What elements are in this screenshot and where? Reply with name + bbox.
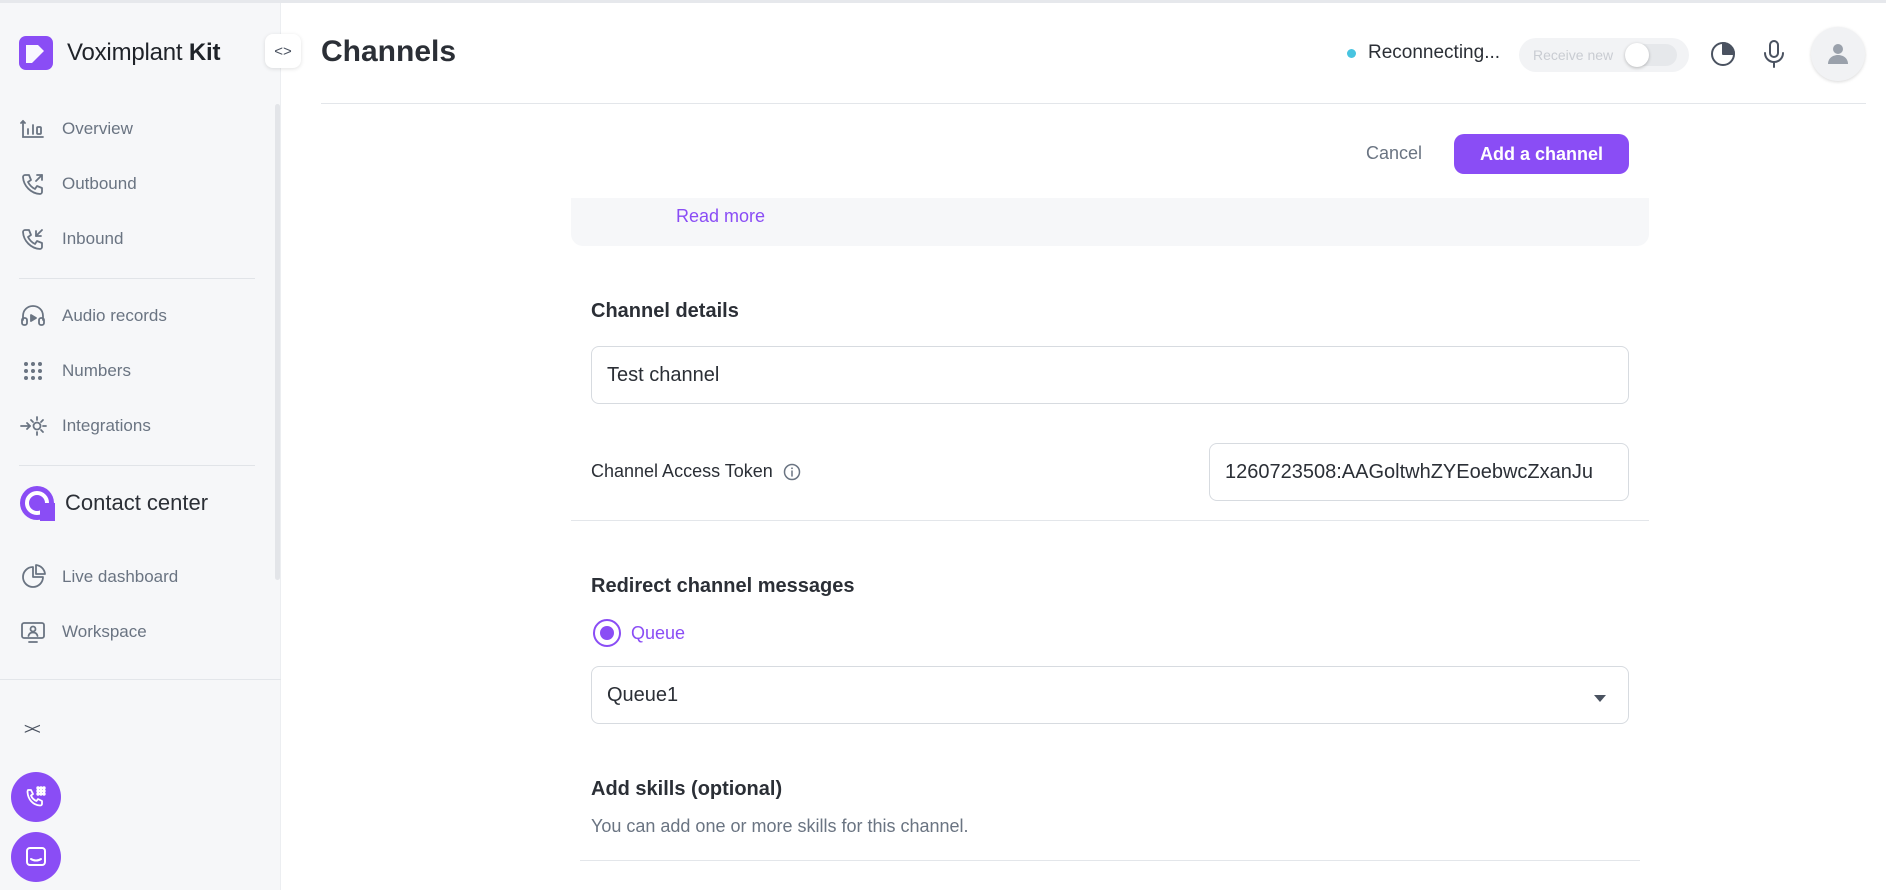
channel-name-input[interactable]: Test channel (591, 346, 1629, 404)
pie-chart-icon (22, 564, 46, 588)
sidebar-item-label: Audio records (62, 306, 167, 325)
sidebar-item-inbound[interactable]: Inbound (19, 224, 123, 254)
radio-label: Queue (631, 622, 686, 643)
receive-new-toggle[interactable] (1625, 43, 1677, 67)
brand[interactable]: Voximplant Kit (19, 36, 220, 70)
connection-status: Reconnecting... (1347, 42, 1500, 64)
toggle-knob (1625, 43, 1649, 67)
sidebar-item-label: Outbound (62, 174, 137, 193)
headphones-play-icon (21, 305, 45, 326)
sidebar-item-overview[interactable]: Overview (19, 114, 133, 144)
chevron-down-icon (1594, 695, 1606, 702)
access-token-input[interactable]: 1260723508:AAGoltwhZYEoebwcZxanJu (1209, 443, 1629, 501)
stats-button[interactable] (1708, 37, 1738, 71)
channel-name-value: Test channel (607, 363, 720, 386)
sidebar-item-label: Integrations (62, 416, 151, 435)
status-text: Reconnecting... (1368, 42, 1501, 63)
code-arrows-icon: <> (274, 42, 292, 60)
token-label-text: Channel Access Token (591, 461, 773, 481)
collapse-sidebar-button[interactable]: <> (265, 34, 301, 68)
gear-arrow-icon (20, 416, 47, 436)
pie-chart-icon (1711, 42, 1735, 66)
info-icon[interactable] (783, 463, 801, 481)
sidebar-item-label: Live dashboard (62, 567, 179, 586)
chat-support-button[interactable] (11, 832, 61, 882)
sidebar-item-workspace[interactable]: Workspace (19, 617, 147, 647)
phone-keypad-icon (26, 786, 46, 807)
cancel-button[interactable]: Cancel (1366, 143, 1422, 164)
skills-title: Add skills (optional) (591, 778, 783, 800)
radio-selected-dot (600, 626, 614, 640)
sidebar-item-label: Workspace (62, 622, 147, 641)
chart-bars-icon (20, 119, 44, 138)
user-icon (1828, 44, 1848, 64)
sidebar-item-audio-records[interactable]: Audio records (19, 301, 167, 331)
contact-center-section[interactable]: Contact center (19, 485, 208, 521)
skills-subtitle: You can add one or more skills for this … (591, 816, 969, 836)
workspace-icon (21, 622, 45, 643)
sidebar: Voximplant Kit Overview Outbound Inbound (0, 3, 281, 890)
keypad-icon (24, 362, 42, 380)
sidebar-item-label: Numbers (62, 361, 131, 380)
top-border (0, 0, 1886, 3)
status-dot (1347, 48, 1356, 58)
radio-button[interactable] (593, 619, 621, 647)
voximplant-logo-icon (19, 36, 53, 70)
sidebar-item-label: Inbound (62, 229, 124, 248)
token-label: Channel Access Token (591, 461, 801, 482)
channel-details-title: Channel details (591, 300, 739, 322)
read-more-link[interactable]: Read more (676, 206, 765, 227)
access-token-value: 1260723508:AAGoltwhZYEoebwcZxanJu (1225, 460, 1594, 483)
section-title: Contact center (65, 490, 209, 515)
expand-sidebar-icon[interactable]: >< (24, 721, 41, 739)
sidebar-item-label: Overview (62, 119, 133, 138)
sidebar-item-live-dashboard[interactable]: Live dashboard (19, 562, 178, 592)
contact-center-logo-icon (20, 486, 55, 521)
softphone-button[interactable] (11, 772, 61, 822)
chat-icon (26, 847, 46, 866)
add-channel-button[interactable]: Add a channel (1454, 134, 1629, 174)
avatar[interactable] (1811, 27, 1865, 81)
header-divider (321, 103, 1866, 104)
nav-divider (19, 278, 255, 279)
sidebar-item-numbers[interactable]: Numbers (19, 356, 131, 386)
sidebar-item-integrations[interactable]: Integrations (19, 411, 151, 441)
page-title: Channels (321, 35, 457, 68)
queue-select-value: Queue1 (607, 683, 679, 706)
phone-incoming-icon (22, 229, 43, 250)
brand-name: Voximplant Kit (67, 39, 221, 66)
receive-new-label: Receive new (1533, 47, 1614, 63)
phone-outgoing-icon (22, 174, 43, 195)
queue-radio[interactable]: Queue (593, 619, 685, 647)
sidebar-scrollbar[interactable] (275, 104, 280, 580)
microphone-icon (1764, 40, 1784, 68)
sidebar-bottom-divider (0, 679, 281, 680)
queue-select[interactable]: Queue1 (591, 666, 1629, 724)
section-divider (580, 860, 1640, 861)
nav-divider (19, 465, 255, 466)
redirect-title: Redirect channel messages (591, 575, 855, 597)
section-divider (571, 520, 1649, 521)
microphone-button[interactable] (1759, 37, 1789, 71)
sidebar-item-outbound[interactable]: Outbound (19, 169, 137, 199)
